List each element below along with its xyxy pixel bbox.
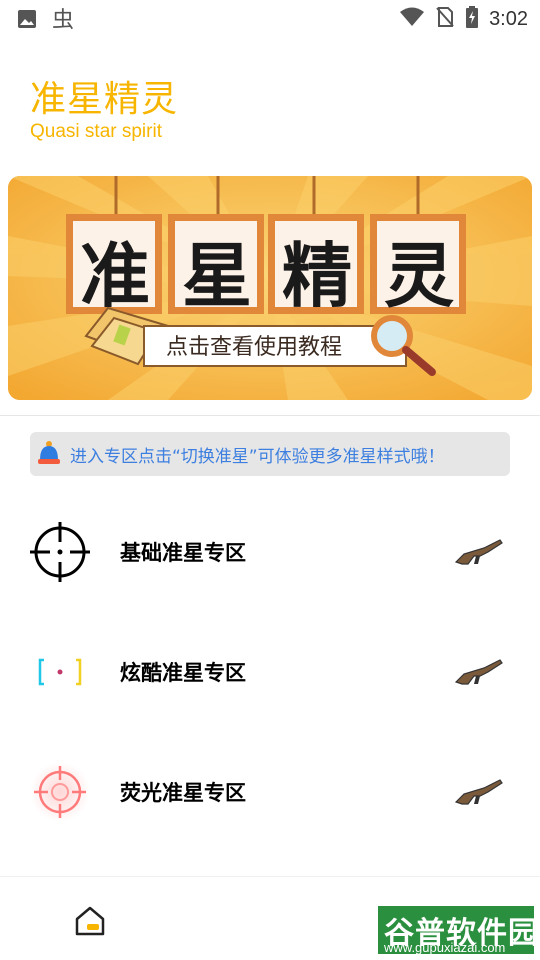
- crosshair-basic-icon: [28, 520, 92, 584]
- zone-cool[interactable]: 炫酷准星专区: [0, 612, 540, 732]
- status-bar: 虫 3:02: [0, 0, 540, 38]
- notice-text: 进入专区点击“切换准星”可体验更多准星样式哦！: [70, 446, 445, 467]
- battery-charging-icon: [465, 6, 479, 32]
- app-title: 准星精灵: [30, 79, 179, 120]
- zone-label: 荧光准星专区: [120, 781, 246, 805]
- crosshair-cool-icon: [28, 640, 92, 704]
- rifle-icon[interactable]: [454, 534, 504, 570]
- status-time: 3:02: [489, 7, 528, 30]
- svg-text:虫: 虫: [52, 8, 74, 32]
- rifle-icon[interactable]: [454, 774, 504, 810]
- notice-bar: 进入专区点击“切换准星”可体验更多准星样式哦！: [30, 432, 510, 476]
- crosshair-glow-icon: [28, 760, 92, 824]
- banner-illustration: 准 星 精 灵 点击查看使用教程: [8, 176, 532, 400]
- watermark-url: www.gupuxiazai.com: [384, 940, 506, 955]
- no-sim-icon: [435, 6, 455, 32]
- zone-basic[interactable]: 基础准星专区: [0, 492, 540, 612]
- home-icon[interactable]: [72, 903, 108, 939]
- rifle-icon[interactable]: [454, 654, 504, 690]
- banner-char: 准: [80, 235, 150, 317]
- watermark: 谷普软件园 www.gupuxiazai.com: [376, 904, 538, 956]
- tutorial-banner[interactable]: 准 星 精 灵 点击查看使用教程: [8, 176, 532, 400]
- wifi-icon: [399, 6, 425, 32]
- app-subtitle: Quasi star spirit: [30, 121, 162, 142]
- zone-glow[interactable]: 荧光准星专区: [0, 732, 540, 852]
- banner-char: 灵: [384, 235, 454, 317]
- bell-icon: [34, 439, 64, 469]
- banner-cta: 点击查看使用教程: [166, 335, 342, 360]
- banner-char: 精: [282, 235, 352, 317]
- section-divider: [0, 415, 540, 416]
- banner-char: 星: [182, 235, 252, 317]
- bug-icon: 虫: [50, 6, 76, 36]
- gallery-icon: [16, 8, 38, 34]
- zone-label: 基础准星专区: [120, 541, 246, 565]
- zone-label: 炫酷准星专区: [120, 661, 246, 685]
